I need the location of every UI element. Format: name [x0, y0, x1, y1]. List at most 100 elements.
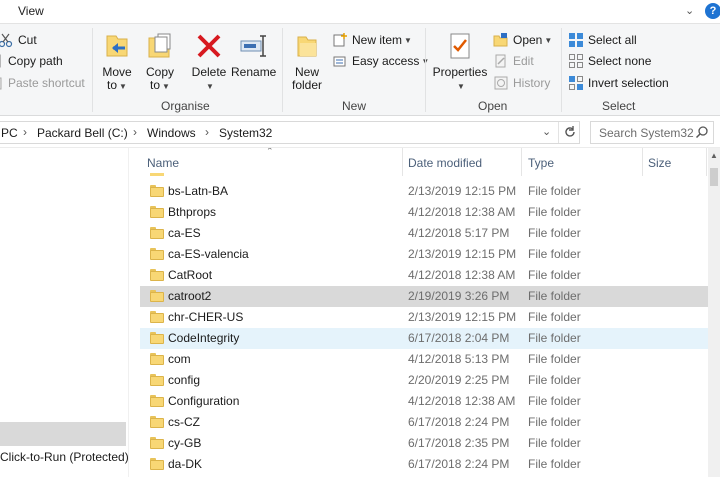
history-button[interactable]: History — [493, 74, 550, 92]
file-type: File folder — [528, 352, 581, 366]
file-row[interactable]: ca-ES 4/12/2018 5:17 PM File folder — [140, 223, 708, 244]
delete-x-icon — [193, 30, 225, 62]
dropdown-caret-icon: ▼ — [544, 35, 553, 45]
column-header-size[interactable]: Size — [643, 148, 708, 176]
refresh-icon[interactable] — [562, 124, 578, 140]
new-folder-button[interactable]: New folder — [288, 30, 326, 92]
file-date-modified: 2/13/2019 12:15 PM — [408, 310, 517, 324]
tab-view[interactable]: View — [18, 4, 44, 18]
file-row[interactable]: da-DK 6/17/2018 2:24 PM File folder — [140, 454, 708, 475]
folder-icon — [150, 353, 164, 365]
column-header-name[interactable]: Name ⌃ — [140, 148, 402, 176]
search-input[interactable]: Search System32 — [590, 121, 714, 144]
folder-icon — [150, 269, 164, 281]
folder-icon — [150, 185, 164, 197]
ribbon-tab-row: View ⌄ ? — [0, 0, 720, 24]
file-row[interactable]: CodeIntegrity 6/17/2018 2:04 PM File folde… — [140, 328, 708, 349]
search-icon[interactable] — [695, 125, 709, 139]
delete-button[interactable]: Delete ▼ — [189, 30, 229, 93]
address-dropdown-chevron-icon[interactable]: ⌄ — [542, 125, 551, 138]
edit-icon — [493, 53, 509, 69]
breadcrumb-chevron-icon[interactable]: › — [205, 125, 209, 139]
search-placeholder: Search System32 — [599, 126, 694, 140]
delete-label: Delete — [191, 65, 227, 79]
breadcrumb-pc[interactable]: PC — [1, 126, 18, 140]
new-group-label: New — [342, 99, 367, 113]
paste-shortcut-button[interactable]: Paste shortcut — [0, 74, 85, 92]
copy-path-button[interactable]: Copy path — [0, 52, 63, 70]
breadcrumb-chevron-icon[interactable]: › — [133, 125, 137, 139]
ribbon-separator — [282, 28, 283, 112]
file-explorer-window: View ⌄ ? Cut Copy path Paste shortcut Mo… — [0, 0, 720, 477]
file-row[interactable]: ca-ES-valencia 2/13/2019 12:15 PM File fol… — [140, 244, 708, 265]
cut-button[interactable]: Cut — [0, 31, 37, 49]
select-all-button[interactable]: Select all — [568, 31, 637, 49]
select-none-button[interactable]: Select none — [568, 52, 651, 70]
file-name: cy-GB — [168, 436, 202, 450]
history-icon — [493, 75, 509, 91]
file-row[interactable]: bs-Latn-BA 2/13/2019 12:15 PM File folder — [140, 181, 708, 202]
column-header-type[interactable]: Type — [522, 148, 642, 176]
file-date-modified: 2/13/2019 12:15 PM — [408, 184, 517, 198]
new-item-button[interactable]: New item ▼ — [332, 31, 412, 49]
breadcrumb-chevron-icon[interactable]: › — [23, 125, 27, 139]
scroll-up-arrow-icon[interactable]: ▲ — [708, 148, 720, 164]
breadcrumb-windows[interactable]: Windows — [147, 126, 196, 140]
file-list: Name ⌃ Date modified Type Size bs-Latn-B… — [140, 148, 708, 477]
paste-shortcut-icon — [0, 75, 4, 91]
collapse-ribbon-chevron-icon[interactable]: ⌄ — [685, 4, 694, 17]
copy-path-label: Copy path — [8, 54, 63, 68]
file-type: File folder — [528, 436, 581, 450]
easy-access-button[interactable]: Easy access ▼ — [332, 52, 429, 70]
breadcrumb-system32[interactable]: System32 — [219, 126, 272, 140]
dropdown-caret-icon: ▼ — [457, 82, 465, 91]
file-name: CatRoot — [168, 268, 213, 282]
address-bar[interactable]: PC › Packard Bell (C:) › Windows › Syste… — [0, 121, 580, 144]
file-row[interactable]: catroot2 2/19/2019 3:26 PM File folder — [140, 286, 708, 307]
rename-button[interactable]: Rename — [231, 30, 277, 79]
file-row[interactable]: cs-CZ 6/17/2018 2:24 PM File folder — [140, 412, 708, 433]
properties-label: Properties — [432, 65, 488, 79]
file-type: File folder — [528, 310, 581, 324]
select-none-label: Select none — [588, 54, 652, 68]
file-row[interactable]: com 4/12/2018 5:13 PM File folder — [140, 349, 708, 370]
copy-path-icon — [0, 53, 4, 69]
help-icon[interactable]: ? — [705, 3, 720, 19]
nav-selected-item[interactable] — [0, 422, 126, 446]
copy-to-icon — [144, 30, 176, 62]
edit-button[interactable]: Edit — [493, 52, 534, 70]
file-row[interactable]: chr-CHER-US 2/13/2019 12:15 PM File folder — [140, 307, 708, 328]
rename-label: Rename — [231, 65, 277, 79]
file-date-modified: 4/12/2018 12:38 AM — [408, 205, 516, 219]
breadcrumb-drive[interactable]: Packard Bell (C:) — [37, 126, 128, 140]
file-name: catroot2 — [168, 289, 212, 303]
folder-icon — [150, 437, 164, 449]
file-name: ca-ES-valencia — [168, 247, 249, 261]
open-label: Open — [513, 33, 543, 47]
ribbon-separator — [425, 28, 426, 112]
dropdown-caret-icon: ▼ — [404, 35, 412, 45]
file-row[interactable]: Configuration 4/12/2018 12:38 AM File fold… — [140, 391, 708, 412]
file-row[interactable]: CatRoot 4/12/2018 12:38 AM File folder — [140, 265, 708, 286]
nav-item-click-to-run[interactable]: Click-to-Run (Protected) — [0, 450, 129, 464]
file-row[interactable]: cy-GB 6/17/2018 2:35 PM File folder — [140, 433, 708, 454]
move-to-button[interactable]: Move to ▼ — [98, 30, 136, 93]
folder-icon — [150, 332, 164, 344]
vertical-scrollbar[interactable]: ▲ — [708, 148, 720, 477]
file-name: Configuration — [168, 394, 240, 408]
file-type: File folder — [528, 373, 581, 387]
ribbon: Cut Copy path Paste shortcut Move to ▼ C… — [0, 24, 720, 116]
open-button[interactable]: Open ▼ — [493, 31, 552, 49]
column-header-date-modified[interactable]: Date modified — [403, 148, 521, 176]
copy-to-button[interactable]: Copy to ▼ — [141, 30, 179, 93]
file-row[interactable]: Bthprops 4/12/2018 12:38 AM File folder — [140, 202, 708, 223]
invert-selection-button[interactable]: Invert selection — [568, 74, 669, 92]
file-row[interactable]: config 2/20/2019 2:25 PM File folder — [140, 370, 708, 391]
file-type: File folder — [528, 394, 581, 408]
open-group-label: Open — [478, 99, 508, 113]
properties-button[interactable]: Properties ▼ — [431, 30, 489, 93]
folder-icon — [150, 206, 164, 218]
column-divider[interactable] — [706, 148, 707, 176]
move-to-icon — [101, 30, 133, 62]
scrollbar-thumb[interactable] — [710, 168, 718, 186]
